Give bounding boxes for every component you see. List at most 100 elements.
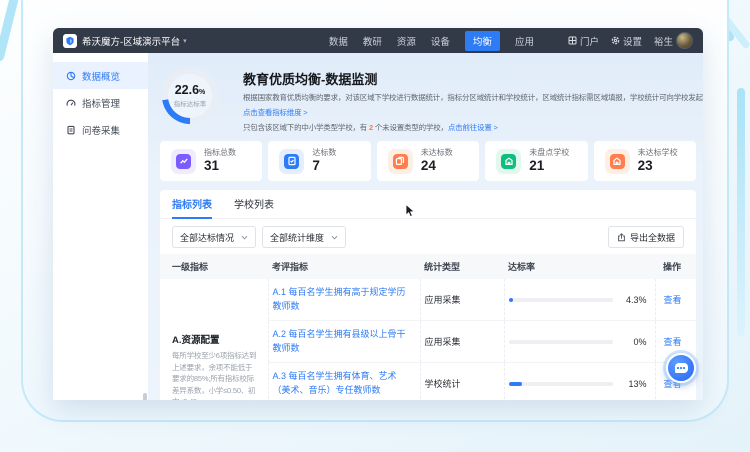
stat-value: 31 xyxy=(204,158,236,174)
nav-item-device[interactable]: 设备 xyxy=(431,34,450,48)
stat-label: 指标总数 xyxy=(204,148,236,157)
sidebar-item-survey-collection[interactable]: 问卷采集 xyxy=(53,116,148,143)
compliance-donut-chart: 22.6% 指标达标率 xyxy=(162,68,218,124)
sidebar: 数据概览 指标管理 问卷采集 xyxy=(53,53,148,400)
view-link[interactable]: 查看 xyxy=(664,337,682,347)
stat-label: 未达标数 xyxy=(421,148,453,157)
top-navbar: 希沃魔方-区域演示平台 ▾ 数据 教研 资源 设备 均衡 应用 门户 设置 裕生 xyxy=(53,28,703,53)
mouse-cursor xyxy=(405,204,417,218)
export-icon xyxy=(617,233,626,242)
chevron-down-icon xyxy=(241,235,248,240)
check-doc-icon xyxy=(287,156,297,166)
rate-bar xyxy=(509,298,613,302)
stat-card-met: 达标数7 xyxy=(268,141,370,181)
nav-item-balance[interactable]: 均衡 xyxy=(465,31,500,51)
export-all-data-button[interactable]: 导出全数据 xyxy=(608,226,684,248)
settings-button[interactable]: 设置 xyxy=(611,34,642,48)
user-name: 裕生 xyxy=(654,34,673,48)
trend-chart-icon xyxy=(179,156,189,166)
nav-item-apps[interactable]: 应用 xyxy=(515,34,534,48)
platform-title[interactable]: 希沃魔方-区域演示平台 xyxy=(82,34,180,48)
col-header-indicator: 考评指标 xyxy=(268,254,420,279)
stat-label: 未盘点学校 xyxy=(529,148,569,157)
page-description-line2: 只包含该区域下的中小学类型学校，有 2 个未设置类型的学校，点击前往设置 > xyxy=(243,122,696,133)
docs-icon xyxy=(395,156,405,166)
page-description-line1: 根据国家教育优质均衡的要求，对该区域下学校进行数据统计，指标分区域统计和学校统计… xyxy=(243,92,696,103)
rate-value: 4.3% xyxy=(626,295,647,305)
indicator-gauge-icon xyxy=(66,98,76,108)
chevron-down-icon[interactable]: ▾ xyxy=(183,37,187,45)
col-header-level1: 一级指标 xyxy=(160,254,268,279)
col-header-type: 统计类型 xyxy=(420,254,504,279)
survey-doc-icon xyxy=(66,125,76,135)
table-header-row: 一级指标 考评指标 统计类型 达标率 操作 xyxy=(160,254,696,279)
school-icon xyxy=(612,156,622,166)
page-header: 22.6% 指标达标率 教育优质均衡-数据监测 根据国家教育优质均衡的要求，对该… xyxy=(160,53,696,133)
chevron-down-icon xyxy=(331,235,338,240)
dimension-filter-select[interactable]: 全部统计维度 xyxy=(262,226,346,248)
sidebar-item-indicator-management[interactable]: 指标管理 xyxy=(53,89,148,116)
decor-stripe-right xyxy=(737,88,745,336)
stat-value: 24 xyxy=(421,158,453,174)
table-row: A.资源配置 每所学校至少6项指标达到上述要求，余项不能低于要求的85%;所有指… xyxy=(160,279,696,321)
stat-type: 应用采集 xyxy=(420,321,504,363)
nav-item-research[interactable]: 教研 xyxy=(363,34,382,48)
stat-type: 学校统计 xyxy=(420,363,504,401)
rate-value: 0% xyxy=(633,337,646,347)
gear-icon xyxy=(611,36,620,45)
stat-card-unmet: 未达标数24 xyxy=(377,141,479,181)
stat-type: 应用采集 xyxy=(420,279,504,321)
school-icon xyxy=(504,156,514,166)
view-link[interactable]: 查看 xyxy=(664,295,682,305)
group-note: 每所学校至少6项指标达到上述要求，余项不能低于要求的85%;所有指标校际差异系数… xyxy=(172,350,259,400)
app-logo[interactable] xyxy=(63,34,77,48)
app-window: 希沃魔方-区域演示平台 ▾ 数据 教研 资源 设备 均衡 应用 门户 设置 裕生 xyxy=(53,28,703,400)
indicator-table: 一级指标 考评指标 统计类型 达标率 操作 A.资源配置 每所学校至少6项指标达… xyxy=(160,254,696,400)
sidebar-scrollbar[interactable] xyxy=(143,393,147,400)
panel-tabs: 指标列表 学校列表 xyxy=(160,190,696,219)
sidebar-item-data-overview[interactable]: 数据概览 xyxy=(53,62,148,89)
portal-button[interactable]: 门户 xyxy=(568,34,599,48)
stat-value: 23 xyxy=(638,158,678,174)
compliance-filter-select[interactable]: 全部达标情况 xyxy=(172,226,256,248)
indicator-link[interactable]: A.2 每百名学生拥有县级以上骨干教师数 xyxy=(273,329,406,353)
decor-stripe-left xyxy=(0,0,21,62)
main-nav: 数据 教研 资源 设备 均衡 应用 xyxy=(329,31,534,51)
rate-bar xyxy=(509,382,613,386)
filter-bar: 全部达标情况 全部统计维度 导出全数据 xyxy=(160,219,696,254)
donut-value: 22.6 xyxy=(175,83,199,97)
user-menu[interactable]: 裕生 xyxy=(654,32,693,49)
donut-label: 指标达标率 xyxy=(174,98,207,108)
chat-bubble-icon xyxy=(675,363,688,373)
logo-shield-icon xyxy=(65,36,75,46)
indicator-link[interactable]: A.1 每百名学生拥有高于规定学历教师数 xyxy=(273,287,406,311)
list-panel: 指标列表 学校列表 全部达标情况 全部统计维度 导出全数据 xyxy=(160,190,696,400)
rate-value: 13% xyxy=(628,379,646,389)
chat-fab-button[interactable] xyxy=(666,353,696,383)
avatar xyxy=(676,32,693,49)
portal-icon xyxy=(568,36,577,45)
stat-card-total-indicators: 指标总数31 xyxy=(160,141,262,181)
navbar-right: 门户 设置 裕生 xyxy=(568,32,693,49)
rate-bar xyxy=(509,340,613,344)
stat-card-unmet-schools: 未达标学校23 xyxy=(594,141,696,181)
stat-value: 7 xyxy=(312,158,336,174)
stat-value: 21 xyxy=(529,158,569,174)
indicator-link[interactable]: A.3 每百名学生拥有体育、艺术（美术、音乐）专任教师数 xyxy=(273,371,397,395)
page-title: 教育优质均衡-数据监测 xyxy=(243,69,696,88)
group-name: A.资源配置 xyxy=(172,332,259,346)
tab-indicator-list[interactable]: 指标列表 xyxy=(172,190,212,219)
data-overview-icon xyxy=(66,71,76,81)
col-header-action: 操作 xyxy=(655,254,696,279)
col-header-rate: 达标率 xyxy=(504,254,655,279)
stat-card-uninventoried-schools: 未盘点学校21 xyxy=(485,141,587,181)
go-to-settings-link[interactable]: 点击前往设置 > xyxy=(448,123,498,132)
donut-unit: % xyxy=(199,89,205,96)
group-cell: A.资源配置 每所学校至少6项指标达到上述要求，余项不能低于要求的85%;所有指… xyxy=(160,279,268,400)
main-content: 22.6% 指标达标率 教育优质均衡-数据监测 根据国家教育优质均衡的要求，对该… xyxy=(148,53,703,400)
nav-item-data[interactable]: 数据 xyxy=(329,34,348,48)
stat-label: 达标数 xyxy=(312,148,336,157)
nav-item-resource[interactable]: 资源 xyxy=(397,34,416,48)
tab-school-list[interactable]: 学校列表 xyxy=(234,190,274,219)
view-indicator-dimensions-link[interactable]: 点击查看指标维度 > xyxy=(243,108,307,117)
